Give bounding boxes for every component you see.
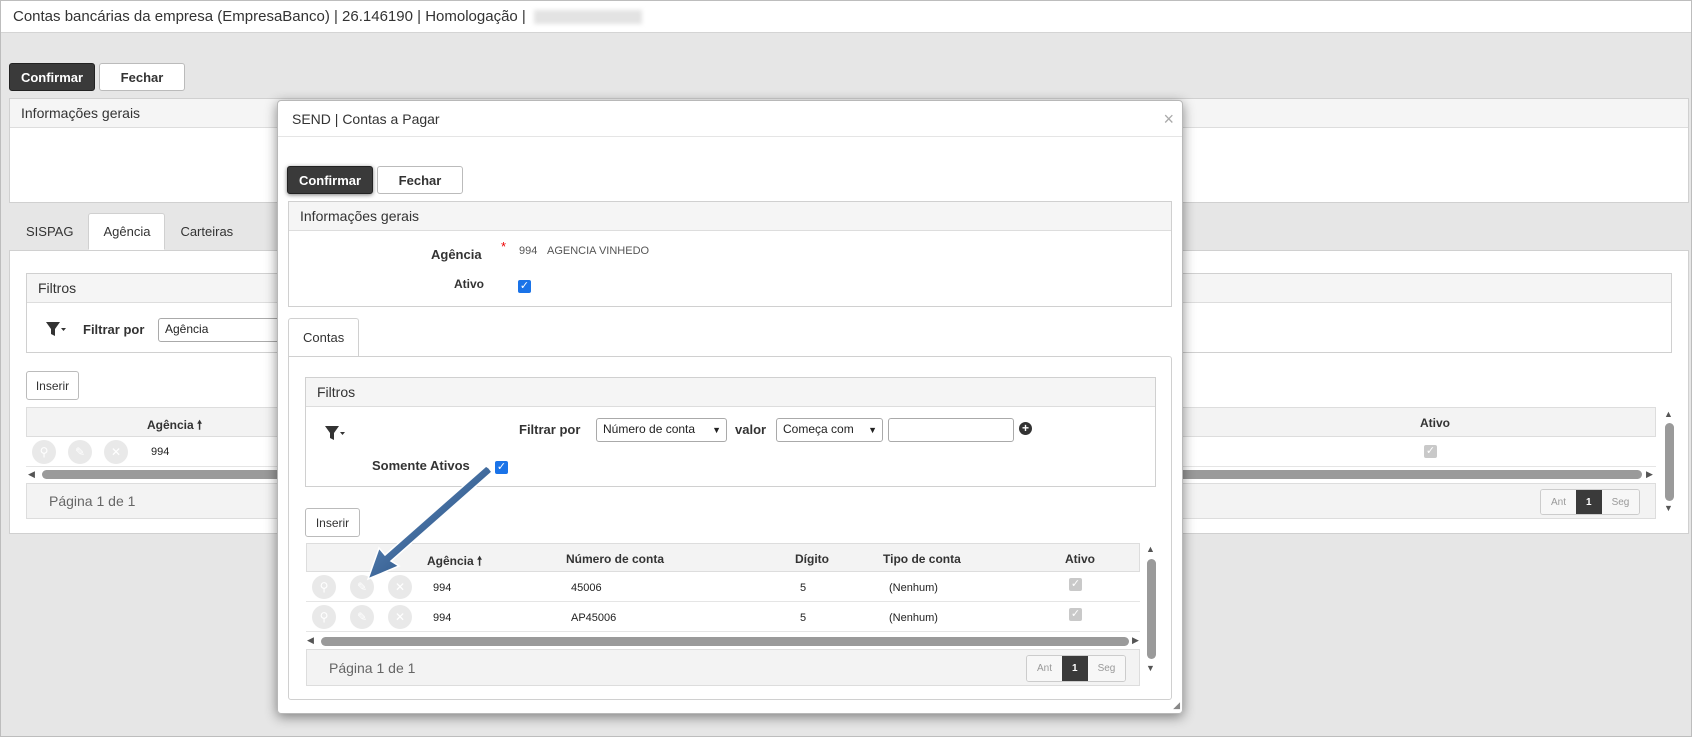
annotation-arrow-shape [366,465,494,581]
annotation-arrow [366,465,494,581]
